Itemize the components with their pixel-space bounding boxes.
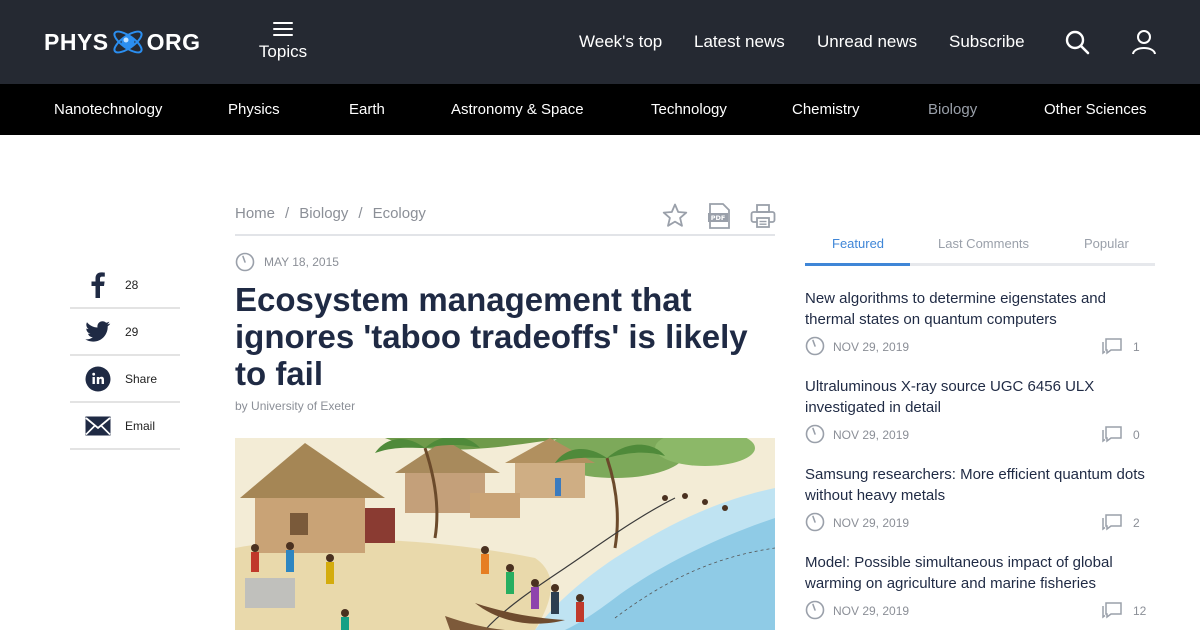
print-icon[interactable] xyxy=(749,202,777,230)
article-hero-image[interactable] xyxy=(235,438,775,630)
breadcrumb-separator: / xyxy=(358,205,363,222)
news-title[interactable]: New algorithms to determine eigenstates … xyxy=(805,288,1155,330)
share-twitter[interactable]: 29 xyxy=(70,309,180,356)
news-meta: NOV 29, 2019 12 xyxy=(805,600,1155,622)
site-logo[interactable]: PHYS ORG xyxy=(44,22,201,62)
logo-text-left: PHYS xyxy=(44,28,109,55)
bookmark-star-icon[interactable] xyxy=(661,202,689,230)
category-earth[interactable]: Earth xyxy=(349,101,385,118)
article-source-link[interactable]: University of Exeter xyxy=(251,399,355,413)
nav-latest-news[interactable]: Latest news xyxy=(694,32,785,52)
news-date: NOV 29, 2019 xyxy=(833,516,910,530)
clock-icon xyxy=(805,600,825,620)
tab-last-comments[interactable]: Last Comments xyxy=(938,236,1029,251)
twitter-count: 29 xyxy=(125,324,139,339)
nav-subscribe[interactable]: Subscribe xyxy=(949,32,1025,52)
article-date: MAY 18, 2015 xyxy=(264,255,339,269)
category-other-sciences[interactable]: Other Sciences xyxy=(1044,101,1147,118)
atom-logo-icon xyxy=(113,30,143,54)
linkedin-share-label: Share xyxy=(125,371,158,386)
list-item: Ultraluminous X-ray source UGC 6456 ULX … xyxy=(805,376,1155,446)
list-item: New algorithms to determine eigenstates … xyxy=(805,288,1155,358)
breadcrumb: Home / Biology / Ecology xyxy=(235,205,426,222)
category-astronomy-space[interactable]: Astronomy & Space xyxy=(451,101,584,118)
article-headline: Ecosystem management that ignores 'taboo… xyxy=(235,281,748,392)
svg-text:PDF: PDF xyxy=(711,214,726,222)
news-meta: NOV 29, 2019 2 xyxy=(805,512,1155,534)
news-title[interactable]: Samsung researchers: More efficient quan… xyxy=(805,464,1155,506)
news-title[interactable]: Model: Possible simultaneous impact of g… xyxy=(805,552,1155,594)
breadcrumb-home[interactable]: Home xyxy=(235,205,275,222)
comments-icon[interactable] xyxy=(1101,424,1123,444)
topics-menu-button[interactable]: Topics xyxy=(258,18,308,62)
facebook-count: 28 xyxy=(125,277,139,292)
clock-icon xyxy=(235,252,255,272)
pdf-icon[interactable]: PDF xyxy=(705,202,733,230)
news-comment-count: 12 xyxy=(1133,604,1147,618)
site-header: PHYS ORG Topics Week's top Latest news U… xyxy=(0,0,1200,84)
category-physics[interactable]: Physics xyxy=(228,101,280,118)
news-meta: NOV 29, 2019 0 xyxy=(805,424,1155,446)
share-email[interactable]: Email xyxy=(70,403,180,450)
list-item: Samsung researchers: More efficient quan… xyxy=(805,464,1155,534)
facebook-icon xyxy=(70,262,125,308)
article-date-row: MAY 18, 2015 xyxy=(235,252,339,272)
comments-icon[interactable] xyxy=(1101,600,1123,620)
email-share-label: Email xyxy=(125,418,156,433)
search-icon[interactable] xyxy=(1063,28,1091,56)
user-icon[interactable] xyxy=(1130,28,1158,56)
clock-icon xyxy=(805,424,825,444)
news-title[interactable]: Ultraluminous X-ray source UGC 6456 ULX … xyxy=(805,376,1155,418)
breadcrumb-ecology[interactable]: Ecology xyxy=(373,205,426,222)
tab-featured[interactable]: Featured xyxy=(832,236,884,251)
topics-label: Topics xyxy=(258,42,308,61)
article-byline: by University of Exeter xyxy=(235,399,355,413)
comments-icon[interactable] xyxy=(1101,512,1123,532)
nav-weeks-top[interactable]: Week's top xyxy=(579,32,662,52)
share-facebook[interactable]: 28 xyxy=(70,262,180,309)
news-comment-count: 0 xyxy=(1133,428,1140,442)
byline-prefix: by xyxy=(235,399,248,413)
news-date: NOV 29, 2019 xyxy=(833,604,910,618)
news-comment-count: 2 xyxy=(1133,516,1140,530)
category-technology[interactable]: Technology xyxy=(651,101,727,118)
share-panel: 28 29 Share Email xyxy=(70,262,180,450)
breadcrumb-biology[interactable]: Biology xyxy=(299,205,348,222)
category-chemistry[interactable]: Chemistry xyxy=(792,101,860,118)
category-biology[interactable]: Biology xyxy=(928,101,977,118)
active-tab-indicator xyxy=(805,263,910,266)
hamburger-icon xyxy=(273,22,293,36)
share-linkedin[interactable]: Share xyxy=(70,356,180,403)
news-date: NOV 29, 2019 xyxy=(833,428,910,442)
news-date: NOV 29, 2019 xyxy=(833,340,910,354)
breadcrumb-separator: / xyxy=(285,205,290,222)
logo-text-right: ORG xyxy=(146,28,201,55)
list-item: Model: Possible simultaneous impact of g… xyxy=(805,552,1155,622)
clock-icon xyxy=(805,512,825,532)
tab-popular[interactable]: Popular xyxy=(1084,236,1129,251)
twitter-icon xyxy=(70,309,125,355)
breadcrumb-divider xyxy=(235,234,775,236)
comments-icon[interactable] xyxy=(1101,336,1123,356)
news-meta: NOV 29, 2019 1 xyxy=(805,336,1155,358)
sidebar-tabs: Featured Last Comments Popular xyxy=(805,226,1155,266)
email-icon xyxy=(70,403,125,449)
clock-icon xyxy=(805,336,825,356)
linkedin-icon xyxy=(70,356,125,402)
category-nav: Nanotechnology Physics Earth Astronomy &… xyxy=(0,84,1200,135)
nav-unread-news[interactable]: Unread news xyxy=(817,32,917,52)
category-nanotechnology[interactable]: Nanotechnology xyxy=(54,101,162,118)
news-comment-count: 1 xyxy=(1133,340,1140,354)
